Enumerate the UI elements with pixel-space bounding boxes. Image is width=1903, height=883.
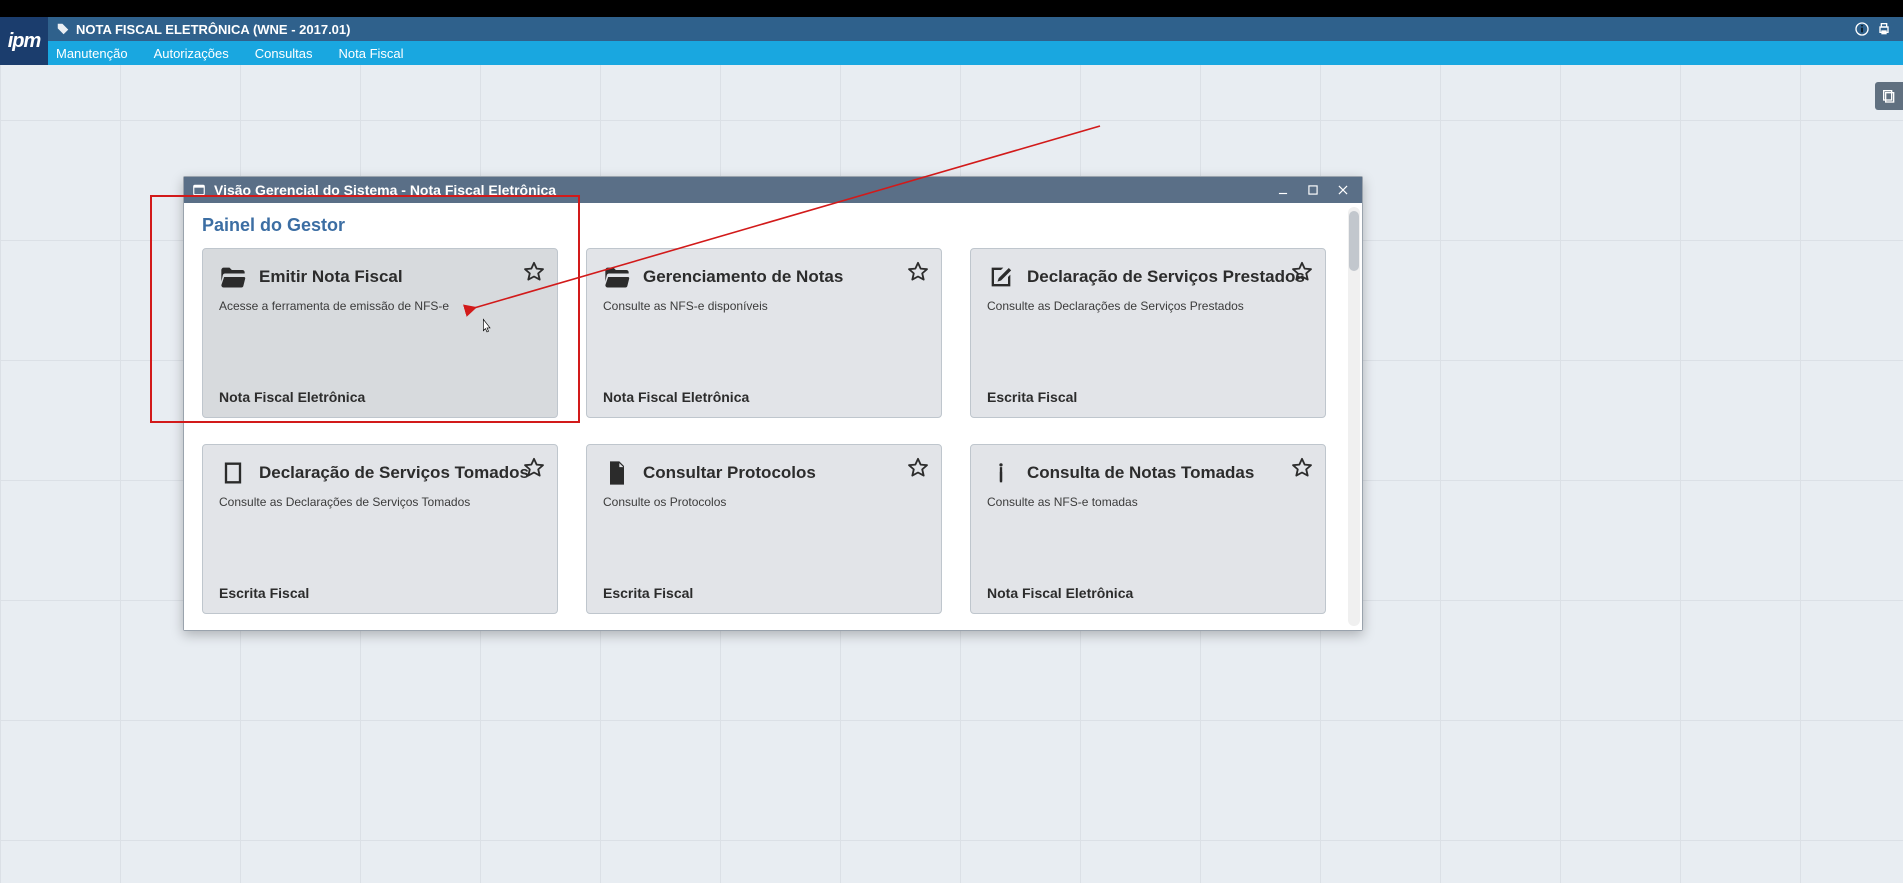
os-taskbar-strip [0, 0, 1903, 17]
card-description: Consulte as NFS-e disponíveis [603, 299, 925, 313]
card-description: Acesse a ferramenta de emissão de NFS-e [219, 299, 541, 313]
folder-open-icon [219, 263, 247, 291]
menu-item-consultas[interactable]: Consultas [255, 46, 313, 61]
app-header: ipm NOTA FISCAL ELETRÔNICA (WNE - 2017.0… [0, 17, 1903, 65]
app-titlebar: NOTA FISCAL ELETRÔNICA (WNE - 2017.01) [48, 17, 1903, 41]
card-title: Gerenciamento de Notas [643, 267, 843, 287]
card-footer: Escrita Fiscal [219, 585, 541, 601]
dashboard-card[interactable]: Declaração de Serviços Prestados Consult… [970, 248, 1326, 418]
card-description: Consulte as NFS-e tomadas [987, 495, 1309, 509]
card-title: Consulta de Notas Tomadas [1027, 463, 1254, 483]
card-title: Declaração de Serviços Tomados [259, 463, 529, 483]
card-footer: Nota Fiscal Eletrônica [603, 389, 925, 405]
card-title: Consultar Protocolos [643, 463, 816, 483]
menubar: Manutenção Autorizações Consultas Nota F… [48, 41, 1903, 65]
inner-window-body: Painel do Gestor Emitir Nota Fiscal Aces… [184, 203, 1362, 630]
dashboard-card[interactable]: Consulta de Notas Tomadas Consulte as NF… [970, 444, 1326, 614]
favorite-star-button[interactable] [907, 261, 929, 283]
window-maximize-button[interactable] [1302, 180, 1324, 200]
favorite-star-button[interactable] [907, 457, 929, 479]
info-icon [987, 459, 1015, 487]
side-tool-copy[interactable] [1875, 82, 1903, 110]
card-grid: Emitir Nota Fiscal Acesse a ferramenta d… [202, 248, 1344, 614]
panel-title: Painel do Gestor [202, 215, 1344, 236]
card-description: Consulte as Declarações de Serviços Pres… [987, 299, 1309, 313]
favorite-star-button[interactable] [1291, 261, 1313, 283]
dashboard-card[interactable]: Consultar Protocolos Consulte os Protoco… [586, 444, 942, 614]
card-description: Consulte as Declarações de Serviços Toma… [219, 495, 541, 509]
menu-item-autorizacoes[interactable]: Autorizações [154, 46, 229, 61]
tag-icon [56, 22, 70, 36]
inner-window-title: Visão Gerencial do Sistema - Nota Fiscal… [214, 182, 556, 198]
scrollbar-thumb[interactable] [1349, 211, 1359, 271]
menu-item-nota-fiscal[interactable]: Nota Fiscal [339, 46, 404, 61]
card-title: Emitir Nota Fiscal [259, 267, 403, 287]
card-footer: Nota Fiscal Eletrônica [219, 389, 541, 405]
app-title: NOTA FISCAL ELETRÔNICA (WNE - 2017.01) [76, 22, 350, 37]
menu-item-manutencao[interactable]: Manutenção [56, 46, 128, 61]
dashboard-card[interactable]: Gerenciamento de Notas Consulte as NFS-e… [586, 248, 942, 418]
scrollbar[interactable] [1348, 207, 1360, 626]
app-logo[interactable]: ipm [0, 17, 48, 65]
card-title: Declaração de Serviços Prestados [1027, 267, 1305, 287]
dashboard-card[interactable]: Emitir Nota Fiscal Acesse a ferramenta d… [202, 248, 558, 418]
favorite-star-button[interactable] [1291, 457, 1313, 479]
favorite-star-button[interactable] [523, 261, 545, 283]
window-icon [192, 183, 206, 197]
app-logo-text: ipm [8, 30, 41, 53]
card-footer: Nota Fiscal Eletrônica [987, 585, 1309, 601]
folder-open-icon [603, 263, 631, 291]
card-description: Consulte os Protocolos [603, 495, 925, 509]
inner-window-titlebar[interactable]: Visão Gerencial do Sistema - Nota Fiscal… [184, 177, 1362, 203]
favorite-star-button[interactable] [523, 457, 545, 479]
print-button[interactable] [1873, 19, 1895, 39]
inner-window: Visão Gerencial do Sistema - Nota Fiscal… [183, 176, 1363, 631]
info-button[interactable] [1851, 19, 1873, 39]
window-close-button[interactable] [1332, 180, 1354, 200]
card-footer: Escrita Fiscal [603, 585, 925, 601]
note-icon [219, 459, 247, 487]
card-footer: Escrita Fiscal [987, 389, 1309, 405]
window-minimize-button[interactable] [1272, 180, 1294, 200]
dashboard-card[interactable]: Declaração de Serviços Tomados Consulte … [202, 444, 558, 614]
file-text-icon [603, 459, 631, 487]
edit-square-icon [987, 263, 1015, 291]
